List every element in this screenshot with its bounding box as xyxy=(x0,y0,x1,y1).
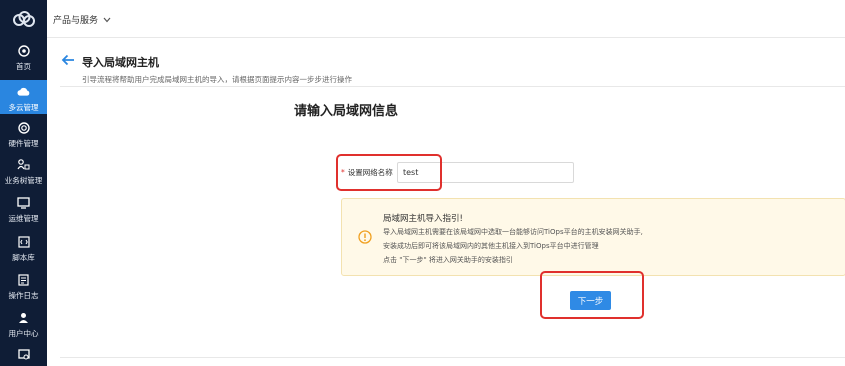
user-icon xyxy=(17,311,30,324)
logo-icon xyxy=(12,11,35,27)
script-icon xyxy=(17,235,30,248)
highlight-box xyxy=(540,271,644,319)
divider xyxy=(60,357,845,358)
hardware-icon xyxy=(17,121,30,134)
business-tree-icon xyxy=(17,158,30,171)
sidebar-item-multicloud[interactable]: 多云管理 xyxy=(0,80,47,114)
sidebar-item-logs[interactable]: 操作日志 xyxy=(0,273,47,303)
sidebar-item-more[interactable] xyxy=(0,348,47,366)
log-icon xyxy=(17,273,30,286)
sidebar-item-label: 用户中心 xyxy=(8,329,39,338)
divider xyxy=(60,86,845,87)
warning-icon xyxy=(358,230,372,244)
sidebar-item-label: 首页 xyxy=(16,62,31,71)
chevron-down-icon xyxy=(103,17,111,22)
sidebar-item-label: 多云管理 xyxy=(8,103,39,112)
highlight-box xyxy=(336,154,442,191)
import-guide-notice: 局域网主机导入指引! 导入局域网主机需要在该局域网中选取一台能够访问TiOps平… xyxy=(341,198,845,276)
notice-line: 点击 "下一步" 将进入网关助手的安装指引 xyxy=(383,256,513,264)
sidebar-item-label: 硬件管理 xyxy=(8,139,39,148)
products-menu[interactable]: 产品与服务 xyxy=(53,13,111,26)
sidebar-item-hardware[interactable]: 硬件管理 xyxy=(0,121,47,151)
page-title: 导入局域网主机 xyxy=(82,56,159,69)
notice-line: 安装成功后即可将该局域网内的其他主机接入到TiOps平台中进行管理 xyxy=(383,242,599,250)
notice-line: 导入局域网主机需要在该局域网中选取一台能够访问TiOps平台的主机安装网关助手, xyxy=(383,228,643,236)
sidebar: 首页 多云管理 硬件管理 业务树管理 运维管理 脚本库 操作日志 用户中心 xyxy=(0,0,47,366)
sidebar-item-user-center[interactable]: 用户中心 xyxy=(0,311,47,341)
home-icon xyxy=(17,44,30,57)
screen-search-icon xyxy=(17,348,30,361)
products-menu-label: 产品与服务 xyxy=(53,16,99,26)
sidebar-item-label: 运维管理 xyxy=(8,214,39,223)
form-title: 请输入局域网信息 xyxy=(294,104,399,119)
sidebar-item-business-tree[interactable]: 业务树管理 xyxy=(0,158,47,188)
sidebar-item-scripts[interactable]: 脚本库 xyxy=(0,235,47,265)
notice-title: 局域网主机导入指引! xyxy=(383,214,463,224)
sidebar-item-home[interactable]: 首页 xyxy=(0,44,47,74)
sidebar-item-label: 操作日志 xyxy=(8,291,39,300)
sidebar-item-ops[interactable]: 运维管理 xyxy=(0,196,47,226)
top-bar: 产品与服务 xyxy=(47,0,845,38)
back-arrow-icon[interactable] xyxy=(61,53,75,67)
monitor-icon xyxy=(17,196,30,209)
app-logo[interactable] xyxy=(0,0,47,38)
page-description: 引导流程将帮助用户完成局域网主机的导入，请根据页面提示内容一步步进行操作 xyxy=(82,75,352,84)
sidebar-item-label: 脚本库 xyxy=(12,253,35,262)
cloud-icon xyxy=(17,85,30,98)
sidebar-item-label: 业务树管理 xyxy=(4,176,43,185)
